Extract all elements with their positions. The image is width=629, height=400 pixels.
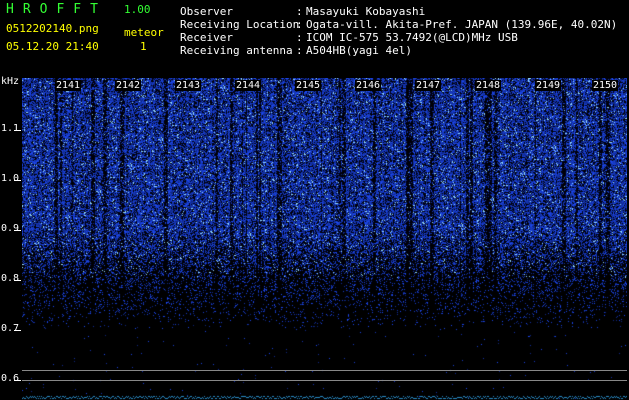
- header-panel: HROFFT 1.00 0512202140.png 05.12.20 21:4…: [0, 0, 629, 74]
- app-logo: HROFFT: [6, 2, 107, 17]
- time-tick-label: 2145: [295, 80, 322, 91]
- field-value-location: Ogata-vill. Akita-Pref. JAPAN (139.96E, …: [306, 18, 618, 31]
- field-sep: :: [296, 31, 303, 44]
- frequency-tick-label: 0.8: [1, 273, 20, 284]
- frequency-unit-label: kHz: [1, 76, 20, 87]
- frequency-tick: [14, 380, 21, 381]
- time-tick-label: 2149: [535, 80, 562, 91]
- field-label-location: Receiving Location: [180, 18, 300, 31]
- field-label-antenna: Receiving antenna: [180, 44, 293, 57]
- field-sep: :: [296, 5, 303, 18]
- frequency-tick-label: 1.0: [1, 173, 20, 184]
- spectrogram-display: [22, 78, 627, 400]
- field-value-antenna: A504HB(yagi 4el): [306, 44, 412, 57]
- frequency-tick: [14, 180, 21, 181]
- frequency-tick: [14, 330, 21, 331]
- frequency-tick: [14, 130, 21, 131]
- field-value-receiver: ICOM IC-575 53.7492(@LCD)MHz USB: [306, 31, 518, 44]
- field-label-receiver: Receiver: [180, 31, 233, 44]
- field-sep: :: [296, 18, 303, 31]
- reference-line: [22, 380, 627, 381]
- frequency-tick-label: 1.1: [1, 123, 20, 134]
- time-tick-label: 2148: [475, 80, 502, 91]
- time-tick-label: 2147: [415, 80, 442, 91]
- frequency-tick-label: 0.9: [1, 223, 20, 234]
- reference-line: [22, 370, 627, 371]
- time-tick-label: 2150: [592, 80, 619, 91]
- app-version: 1.00: [124, 3, 151, 16]
- frequency-tick: [14, 280, 21, 281]
- time-tick-label: 2146: [355, 80, 382, 91]
- field-sep: :: [296, 44, 303, 57]
- frequency-tick: [14, 230, 21, 231]
- meteor-label: meteor: [124, 26, 164, 39]
- time-tick-label: 2141: [55, 80, 82, 91]
- field-label-observer: Observer: [180, 5, 233, 18]
- time-tick-label: 2143: [175, 80, 202, 91]
- field-value-observer: Masayuki Kobayashi: [306, 5, 426, 18]
- file-name: 0512202140.png: [6, 22, 99, 35]
- date-time: 05.12.20 21:40: [6, 40, 99, 53]
- frequency-axis: kHz 1.1 1.0 0.9 0.8 0.7 0.6: [0, 74, 22, 400]
- time-tick-label: 2144: [235, 80, 262, 91]
- meteor-count: 1: [140, 40, 147, 53]
- frequency-tick-label: 0.6: [1, 373, 20, 384]
- frequency-tick-label: 0.7: [1, 323, 20, 334]
- time-tick-label: 2142: [115, 80, 142, 91]
